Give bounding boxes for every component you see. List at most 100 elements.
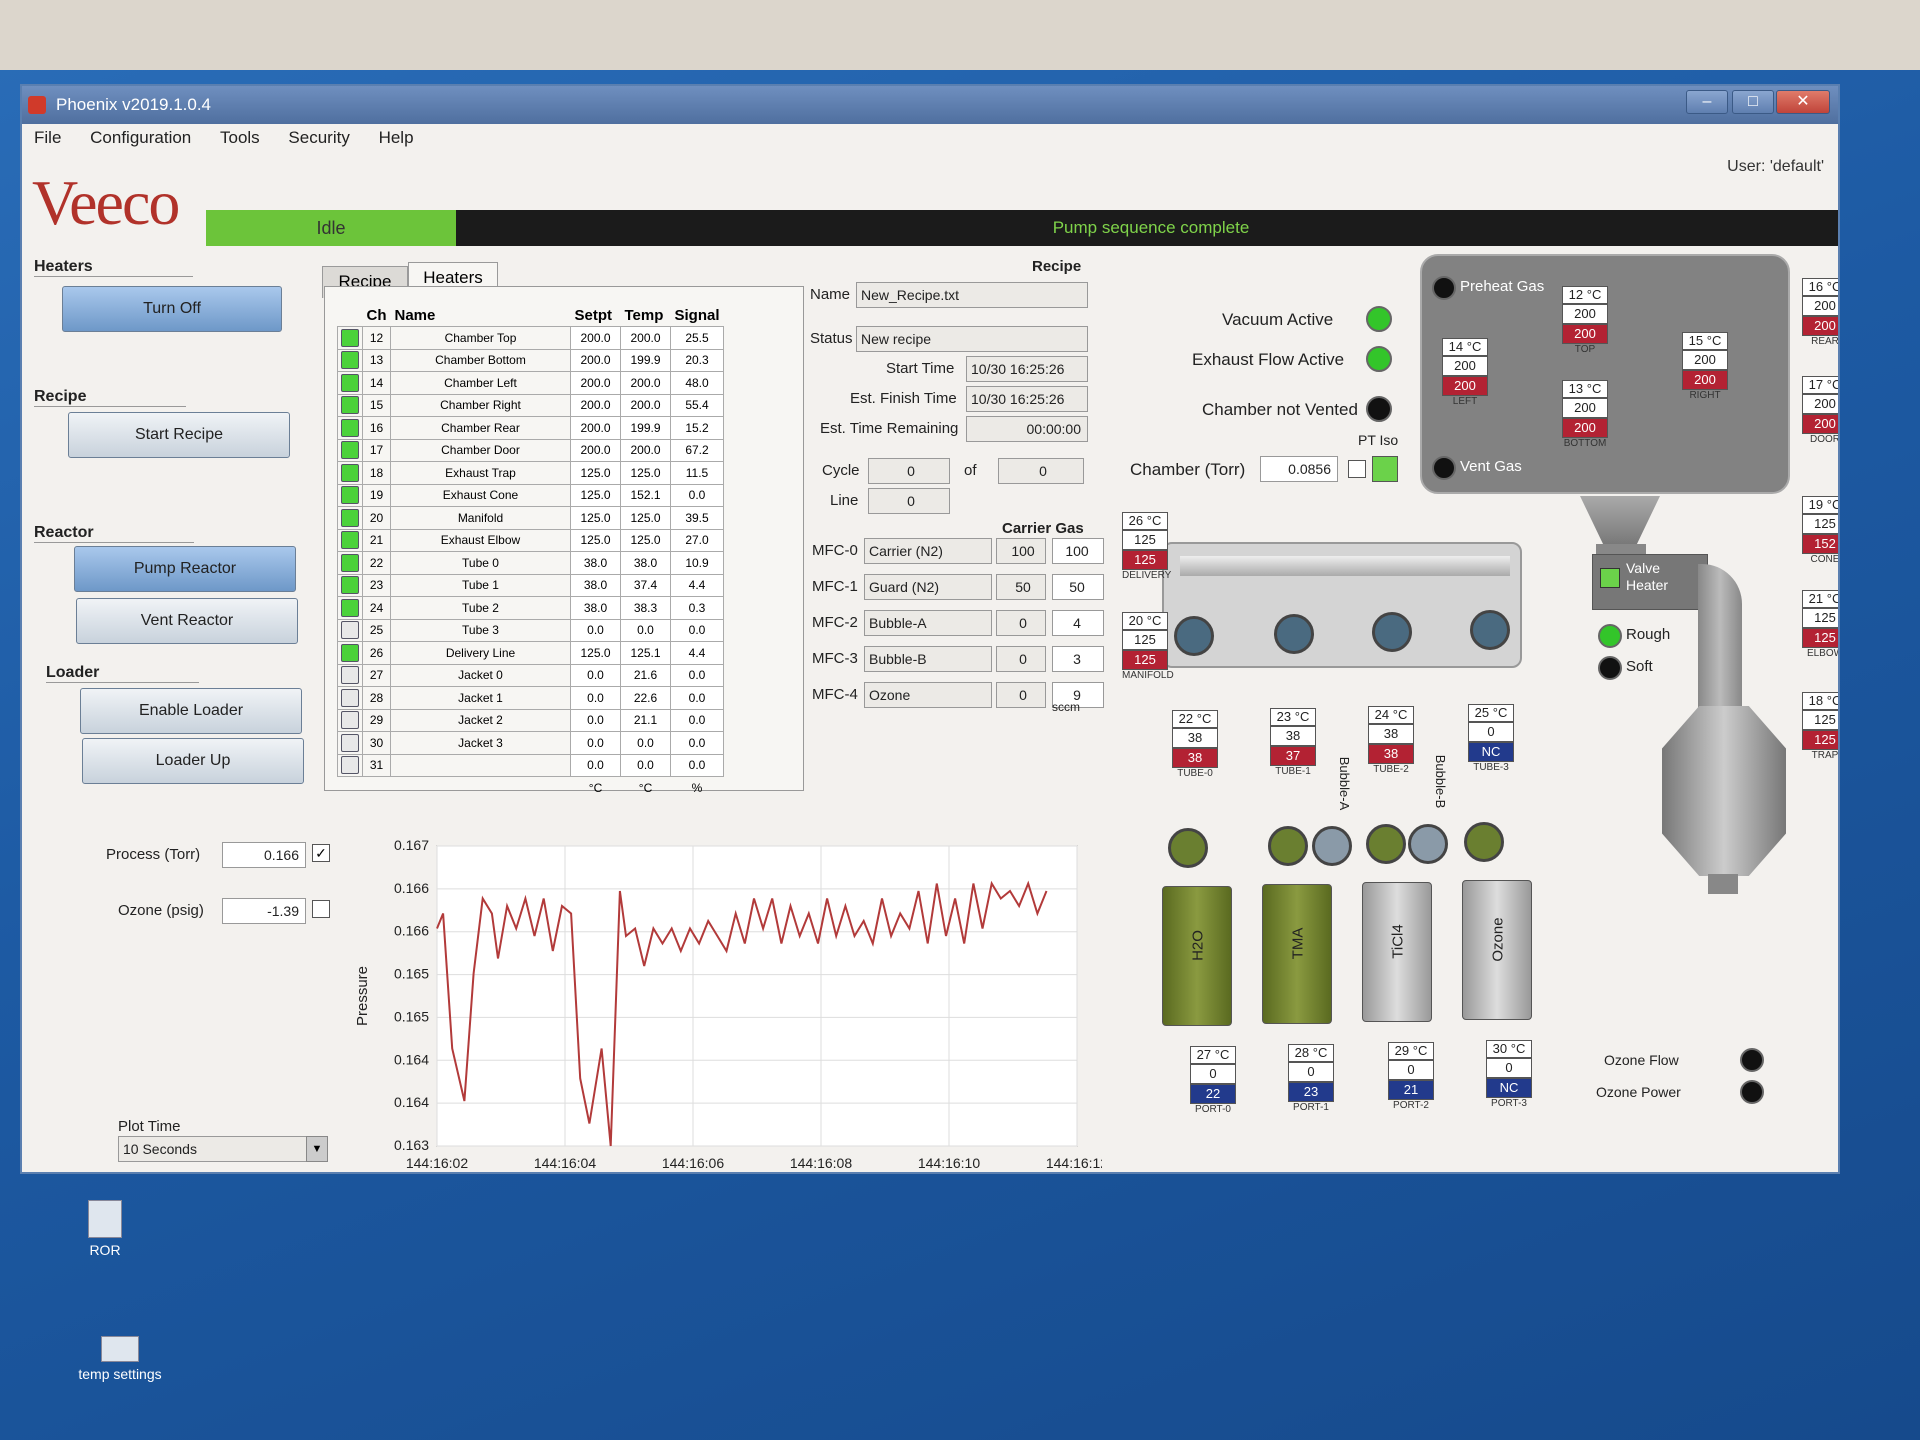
heater-enable-toggle[interactable] [341, 643, 359, 662]
manifold-valve-0[interactable] [1174, 616, 1214, 656]
menu-file[interactable]: File [34, 128, 61, 147]
cell-setpt[interactable]: 125.0 [570, 641, 621, 665]
close-button[interactable]: ✕ [1776, 90, 1830, 114]
heater-enable-toggle[interactable] [341, 711, 359, 730]
temp-setpoint[interactable]: 125 [1122, 530, 1168, 550]
temp-setpoint[interactable]: 200 [1682, 350, 1728, 370]
cell-signal: 20.3 [669, 348, 725, 372]
cell-setpt[interactable]: 0.0 [570, 731, 621, 755]
menu-help[interactable]: Help [379, 128, 414, 147]
start-recipe-button[interactable]: Start Recipe [68, 412, 290, 458]
cell-name [390, 753, 571, 777]
mfc-setpoint[interactable]: 100 [996, 538, 1046, 564]
bottle-valve-2[interactable] [1366, 824, 1406, 864]
cell-setpt[interactable]: 125.0 [570, 506, 621, 530]
chamber-pressure-checkbox[interactable] [1348, 460, 1366, 478]
process-pressure-checkbox[interactable]: ✓ [312, 844, 330, 862]
heater-enable-toggle[interactable] [341, 598, 359, 617]
manifold-valve-1[interactable] [1274, 614, 1314, 654]
minimize-button[interactable]: ‒ [1686, 90, 1728, 114]
temp-setpoint[interactable]: 125 [1122, 630, 1168, 650]
cell-setpt[interactable]: 200.0 [570, 438, 621, 462]
heater-enable-toggle[interactable] [341, 486, 359, 505]
temp-setpoint[interactable]: 125 [1802, 514, 1838, 534]
temp-channel: 30 [1492, 1041, 1508, 1056]
temp-setpoint[interactable]: 200 [1562, 398, 1608, 418]
mfc-setpoint[interactable]: 0 [996, 682, 1046, 708]
temp-setpoint[interactable]: 38 [1368, 724, 1414, 744]
desktop: Phoenix v2019.1.0.4 ‒ □ ✕ File Configura… [0, 0, 1920, 1440]
heater-enable-toggle[interactable] [341, 688, 359, 707]
heater-enable-toggle[interactable] [341, 351, 359, 370]
plot-time-select[interactable]: 10 Seconds [118, 1136, 318, 1162]
cell-setpt[interactable]: 125.0 [570, 483, 621, 507]
temp-setpoint[interactable]: 200 [1442, 356, 1488, 376]
cell-setpt[interactable]: 0.0 [570, 618, 621, 642]
manifold-valve-2[interactable] [1372, 612, 1412, 652]
cell-setpt[interactable]: 38.0 [570, 573, 621, 597]
heater-enable-toggle[interactable] [341, 553, 359, 572]
heater-enable-toggle[interactable] [341, 621, 359, 640]
temp-setpoint[interactable]: 0 [1288, 1062, 1334, 1082]
bottle-valve-3[interactable] [1464, 822, 1504, 862]
temp-setpoint[interactable]: 200 [1562, 304, 1608, 324]
desktop-icon-ror[interactable]: ROR [60, 1200, 150, 1258]
cell-setpt[interactable]: 0.0 [570, 686, 621, 710]
vent-reactor-button[interactable]: Vent Reactor [76, 598, 298, 644]
heater-enable-toggle[interactable] [341, 666, 359, 685]
maximize-button[interactable]: □ [1732, 90, 1774, 114]
temp-setpoint[interactable]: 38 [1270, 726, 1316, 746]
cell-setpt[interactable]: 125.0 [570, 528, 621, 552]
desktop-icon-temp-settings[interactable]: temp settings [60, 1336, 180, 1382]
ozone-pressure-checkbox[interactable] [312, 900, 330, 918]
heater-enable-toggle[interactable] [341, 463, 359, 482]
heater-enable-toggle[interactable] [341, 756, 359, 775]
temp-setpoint[interactable]: 38 [1172, 728, 1218, 748]
heater-enable-toggle[interactable] [341, 576, 359, 595]
mfc-setpoint[interactable]: 50 [996, 574, 1046, 600]
bottle-valve-0[interactable] [1168, 828, 1208, 868]
menu-security[interactable]: Security [288, 128, 349, 147]
menu-configuration[interactable]: Configuration [90, 128, 191, 147]
heater-enable-toggle[interactable] [341, 508, 359, 527]
cell-setpt[interactable]: 38.0 [570, 596, 621, 620]
mfc-setpoint[interactable]: 0 [996, 646, 1046, 672]
heater-enable-toggle[interactable] [341, 328, 359, 347]
pt-iso-button[interactable] [1372, 456, 1398, 482]
menu-tools[interactable]: Tools [220, 128, 260, 147]
cell-setpt[interactable]: 0.0 [570, 753, 621, 777]
temp-setpoint[interactable]: 0 [1468, 722, 1514, 742]
heater-enable-toggle[interactable] [341, 418, 359, 437]
enable-loader-button[interactable]: Enable Loader [80, 688, 302, 734]
bottle-valve-1[interactable] [1268, 826, 1308, 866]
heater-enable-toggle[interactable] [341, 396, 359, 415]
temp-setpoint[interactable]: 0 [1190, 1064, 1236, 1084]
temp-setpoint[interactable]: 125 [1802, 710, 1838, 730]
temp-setpoint[interactable]: 200 [1802, 394, 1838, 414]
temp-setpoint[interactable]: 200 [1802, 296, 1838, 316]
manifold-valve-3[interactable] [1470, 610, 1510, 650]
heater-enable-toggle[interactable] [341, 733, 359, 752]
pump-reactor-button[interactable]: Pump Reactor [74, 546, 296, 592]
temp-setpoint[interactable]: 0 [1388, 1060, 1434, 1080]
cell-setpt[interactable]: 0.0 [570, 663, 621, 687]
chevron-down-icon[interactable]: ▼ [306, 1136, 328, 1162]
heater-enable-toggle[interactable] [341, 531, 359, 550]
loader-up-button[interactable]: Loader Up [82, 738, 304, 784]
temp-setpoint[interactable]: 0 [1486, 1058, 1532, 1078]
heater-enable-toggle[interactable] [341, 441, 359, 460]
cell-setpt[interactable]: 200.0 [570, 326, 621, 350]
bubble-b-valve[interactable] [1408, 824, 1448, 864]
turn-off-button[interactable]: Turn Off [62, 286, 282, 332]
heater-enable-toggle[interactable] [341, 373, 359, 392]
cell-setpt[interactable]: 0.0 [570, 708, 621, 732]
mfc-setpoint[interactable]: 0 [996, 610, 1046, 636]
cell-setpt[interactable]: 125.0 [570, 461, 621, 485]
cell-setpt[interactable]: 200.0 [570, 416, 621, 440]
cell-setpt[interactable]: 200.0 [570, 371, 621, 395]
cell-setpt[interactable]: 200.0 [570, 348, 621, 372]
bubble-a-valve[interactable] [1312, 826, 1352, 866]
cell-setpt[interactable]: 38.0 [570, 551, 621, 575]
temp-setpoint[interactable]: 125 [1802, 608, 1838, 628]
cell-setpt[interactable]: 200.0 [570, 393, 621, 417]
